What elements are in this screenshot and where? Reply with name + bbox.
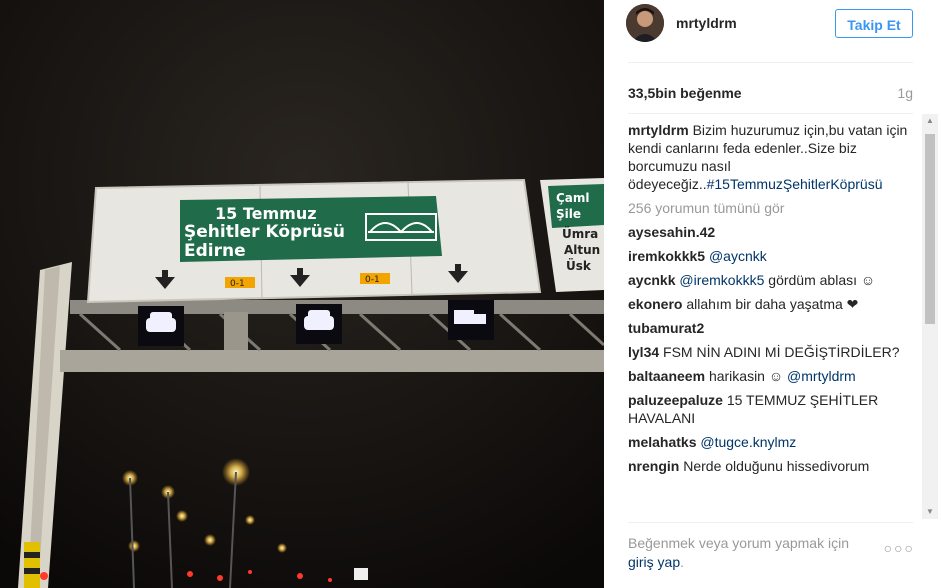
comment-row: lyl34 FSM NİN ADINI Mİ DEĞİŞTİRDİLER? (628, 343, 918, 361)
comment-row: nrengin Nerde olduğunu hissedivorum (628, 457, 918, 475)
post-time[interactable]: 1g (897, 85, 913, 101)
comment-mention[interactable]: @aycnkk (709, 248, 767, 264)
scroll-up-arrow-icon[interactable]: ▲ (922, 114, 938, 128)
more-options-icon[interactable]: ○○○ (884, 540, 915, 556)
comment-row: tubamurat2 (628, 319, 918, 337)
post-side-panel: mrtyldrm Takip Et 33,5bin beğenme 1g mrt… (604, 0, 941, 588)
comment-username[interactable]: nrengin (628, 458, 679, 474)
svg-text:Altun: Altun (564, 243, 600, 257)
comment-username[interactable]: iremkokkk5 (628, 248, 705, 264)
svg-text:Üsk: Üsk (566, 258, 592, 273)
comment-row: melahatks @tugce.knylmz (628, 433, 918, 451)
comment-mention[interactable]: @iremkokkk5 (679, 272, 764, 288)
login-prompt: Beğenmek veya yorum yapmak için giriş ya… (628, 534, 878, 572)
caption: mrtyldrm Bizim huzurumuz için,bu vatan i… (628, 121, 918, 193)
comment-row: iremkokkk5 @aycnkk (628, 247, 918, 265)
comment-username[interactable]: aycnkk (628, 272, 675, 288)
comment-mention[interactable]: @tugce.knylmz (700, 434, 796, 450)
comment-text: Nerde olduğunu hissedivorum (683, 458, 870, 474)
likes-count[interactable]: 33,5bin beğenme (628, 85, 742, 101)
post-photo[interactable]: 15 Temmuz Şehitler Köprüsü Edirne 0-1 0-… (0, 0, 604, 588)
svg-text:Ümra: Ümra (562, 226, 598, 241)
comment-row: aysesahin.42 (628, 223, 918, 241)
comment-text: harikasin ☺ (708, 368, 784, 384)
comment-row: paluzeepaluze 15 TEMMUZ ŞEHİTLER HAVALAN… (628, 391, 918, 427)
comment-row: aycnkk @iremkokkk5 gördüm ablası ☺ (628, 271, 918, 289)
login-prompt-period: . (680, 554, 685, 570)
comment-username[interactable]: ekonero (628, 296, 682, 312)
login-prompt-text: Beğenmek veya yorum yapmak için (628, 535, 849, 551)
view-all-comments-link[interactable]: 256 yorumun tümünü gör (628, 199, 918, 217)
comment-username[interactable]: aysesahin.42 (628, 224, 715, 240)
comment-mention[interactable]: @mrtyldrm (787, 368, 856, 384)
divider (628, 62, 913, 63)
comment-text: FSM NİN ADINI Mİ DEĞİŞTİRDİLER? (663, 344, 900, 360)
sign-line3: Edirne (184, 241, 246, 261)
comment-text: gördüm ablası ☺ (764, 272, 876, 288)
scroll-down-arrow-icon[interactable]: ▼ (922, 505, 938, 519)
header-username[interactable]: mrtyldrm (676, 15, 737, 31)
caption-hashtag[interactable]: #15TemmuzŞehitlerKöprüsü (707, 176, 883, 192)
avatar[interactable] (626, 4, 664, 42)
comment-username[interactable]: tubamurat2 (628, 320, 704, 336)
comments-list: mrtyldrm Bizim huzurumuz için,bu vatan i… (628, 121, 918, 519)
svg-text:Çaml: Çaml (556, 191, 590, 205)
comment-username[interactable]: lyl34 (628, 344, 659, 360)
divider (628, 113, 913, 114)
sign-line2: Şehitler Köprüsü (184, 222, 345, 242)
comment-username[interactable]: baltaaneem (628, 368, 705, 384)
svg-text:Şile: Şile (556, 207, 581, 221)
night-highway-sign-image: 15 Temmuz Şehitler Köprüsü Edirne 0-1 0-… (0, 0, 604, 588)
comments-scrollbar[interactable]: ▲ ▼ (922, 114, 938, 519)
sign-line1: 15 Temmuz (215, 204, 317, 223)
comment-username[interactable]: melahatks (628, 434, 696, 450)
login-link[interactable]: giriş yap (628, 554, 680, 570)
caption-username[interactable]: mrtyldrm (628, 122, 689, 138)
comment-text: allahım bir daha yaşatma ❤ (686, 296, 859, 312)
scroll-thumb[interactable] (925, 134, 935, 324)
post-header: mrtyldrm Takip Et (604, 0, 941, 62)
follow-button[interactable]: Takip Et (835, 9, 913, 38)
lane-label-2: 0-1 (365, 275, 380, 285)
divider (628, 522, 913, 523)
lane-label-1: 0-1 (230, 279, 245, 289)
comment-row: ekonero allahım bir daha yaşatma ❤ (628, 295, 918, 313)
comment-row: baltaaneem harikasin ☺ @mrtyldrm (628, 367, 918, 385)
comment-username[interactable]: paluzeepaluze (628, 392, 723, 408)
